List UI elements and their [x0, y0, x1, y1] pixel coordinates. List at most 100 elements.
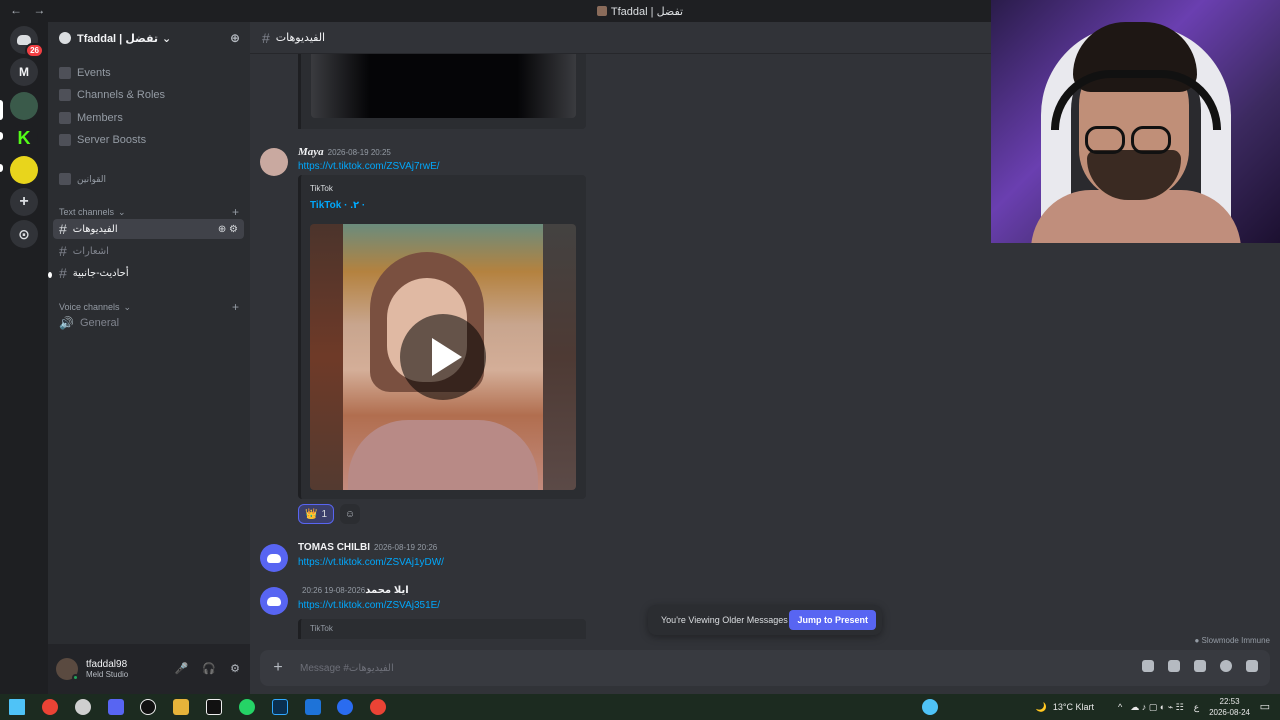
channel-title: الفيديوهات: [275, 32, 326, 44]
notification-icon[interactable]: ▭: [1260, 700, 1270, 713]
channel-videos[interactable]: # الفيديوهات ⊕ ⚙: [53, 219, 244, 239]
timestamp: 2026-08-19 20:25: [327, 148, 391, 157]
embed-video[interactable]: [310, 224, 576, 490]
server-header[interactable]: Tfaddal | تفضل ⌄ ⊕: [48, 22, 250, 54]
chevron-down-icon: ⌄: [118, 206, 126, 217]
microphone-icon[interactable]: 🎤: [175, 662, 189, 675]
headphones-icon[interactable]: 🎧: [202, 662, 216, 675]
channel-notifications[interactable]: # اشعارات: [53, 241, 244, 261]
menu-events[interactable]: Events: [59, 63, 111, 83]
chevron-down-icon: ⌄: [162, 32, 172, 45]
server-icon: [596, 6, 607, 16]
add-channel-icon[interactable]: +: [232, 205, 239, 219]
play-icon[interactable]: [400, 314, 486, 400]
menu-channels-roles[interactable]: Channels & Roles: [59, 85, 165, 105]
message-link[interactable]: https://vt.tiktok.com/ZSVAj351E/: [298, 600, 440, 611]
channel-side-talks[interactable]: # أحاديث-جانبية: [53, 263, 244, 283]
chrome-icon-2[interactable]: [370, 699, 386, 715]
older-messages-text: You're Viewing Older Messages: [661, 615, 788, 625]
menu-members[interactable]: Members: [59, 108, 123, 128]
message-link[interactable]: https://vt.tiktok.com/ZSVAj1yDW/: [298, 557, 444, 568]
add-server-icon[interactable]: +: [10, 188, 38, 216]
list-icon: [59, 89, 71, 101]
message-link[interactable]: https://vt.tiktok.com/ZSVAj7rwE/: [298, 161, 440, 172]
members-icon: [59, 112, 71, 124]
tiktok-embed: TikTok TikTok · .٢ ·: [298, 175, 586, 499]
server-k[interactable]: K: [10, 124, 38, 152]
language-indicator[interactable]: ع: [1194, 702, 1199, 713]
message-input[interactable]: Message #الفيديوهات: [300, 663, 394, 674]
photoshop-icon[interactable]: [272, 699, 288, 715]
category-text-channels[interactable]: Text channels ⌄ +: [59, 205, 239, 219]
server-yellow[interactable]: [10, 156, 38, 184]
capcut-icon[interactable]: [206, 699, 222, 715]
chevron-down-icon: ⌄: [123, 301, 132, 312]
channel-settings-icons[interactable]: ⊕ ⚙: [218, 224, 238, 235]
jump-to-present-button[interactable]: Jump to Present: [789, 610, 876, 630]
explore-icon[interactable]: ⊙: [10, 220, 38, 248]
hash-icon: #: [59, 221, 67, 237]
add-voice-channel-icon[interactable]: +: [232, 300, 239, 314]
author-name[interactable]: Maya: [298, 146, 324, 158]
composer-tools: [1142, 660, 1258, 672]
dm-badge: 26: [25, 43, 44, 58]
discord-logo-icon: [267, 553, 281, 563]
avatar[interactable]: [260, 587, 288, 615]
author-name[interactable]: TOMAS CHILBI: [298, 542, 370, 553]
system-tray: 🌙 13°C Klart ^ ☁ ♪ ▢ ◐ ⌁ ☷ ع 22:53 2026-…: [1036, 694, 1280, 720]
embed-title[interactable]: TikTok · .٢ ·: [310, 200, 365, 211]
user-panel: tfaddal98 Meld Studio 🎤 🎧 ⚙: [48, 644, 250, 694]
avatar[interactable]: [260, 148, 288, 176]
emoji-icon[interactable]: [1220, 660, 1232, 672]
weather[interactable]: 13°C Klart: [1053, 702, 1094, 712]
unread-pill-2: [0, 164, 3, 172]
chevron-up-icon[interactable]: ^: [1118, 702, 1122, 712]
gif-icon[interactable]: [1168, 660, 1180, 672]
speaker-icon: 🔊: [59, 316, 74, 330]
chrome-icon[interactable]: [42, 699, 58, 715]
attach-plus-icon[interactable]: +: [264, 659, 292, 677]
apps-icon[interactable]: [1246, 660, 1258, 672]
logitech-icon[interactable]: [140, 699, 156, 715]
previous-embed: [298, 54, 586, 129]
moon-icon: 🌙: [1035, 701, 1047, 712]
server-tfaddal[interactable]: [10, 92, 38, 120]
gift-icon[interactable]: [1142, 660, 1154, 672]
sticker-icon[interactable]: [1194, 660, 1206, 672]
clock[interactable]: 22:53 2026-08-24: [1209, 696, 1250, 718]
video-thumbnail[interactable]: [311, 54, 576, 118]
server-name: Tfaddal | تفضل: [77, 32, 159, 45]
windows-start-icon[interactable]: [9, 699, 25, 715]
folder-icon[interactable]: [173, 699, 189, 715]
avatar[interactable]: [260, 544, 288, 572]
obs-icon[interactable]: [75, 699, 91, 715]
older-messages-bar: You're Viewing Older Messages Jump to Pr…: [648, 605, 882, 635]
menu-rules[interactable]: القوانين: [59, 169, 106, 189]
reaction-crown[interactable]: 👑 1: [298, 504, 335, 524]
webcam-overlay: [991, 0, 1280, 243]
avatar[interactable]: [56, 658, 79, 681]
discord-taskbar-icon[interactable]: [108, 699, 124, 715]
crown-icon: 👑: [305, 508, 318, 520]
tray-icons[interactable]: ☁ ♪ ▢ ◐ ⌁ ☷: [1130, 702, 1183, 713]
message-composer[interactable]: + Message #الفيديوهات: [260, 650, 1270, 686]
username: tfaddal98: [86, 659, 128, 670]
reaction-count: 1: [321, 508, 328, 520]
direct-messages-icon[interactable]: 26: [10, 26, 44, 58]
whatsapp-icon[interactable]: [239, 699, 255, 715]
unread-dot: [48, 272, 52, 278]
add-reaction-icon[interactable]: ☺: [340, 504, 361, 524]
embed-provider: TikTok: [310, 184, 333, 193]
menu-server-boosts[interactable]: Server Boosts: [59, 130, 146, 150]
app-icon[interactable]: [305, 699, 321, 715]
invite-people-icon[interactable]: ⊕: [230, 31, 240, 45]
gear-icon[interactable]: ⚙: [230, 662, 240, 675]
server-m[interactable]: M: [10, 58, 38, 86]
voice-channel-general[interactable]: 🔊 General: [53, 313, 244, 333]
browser-icon[interactable]: [337, 699, 353, 715]
taskbar: 🌙 13°C Klart ^ ☁ ♪ ▢ ◐ ⌁ ☷ ع 22:53 2026-…: [0, 694, 1280, 720]
help-icon[interactable]: [922, 699, 938, 715]
category-voice-channels[interactable]: Voice channels ⌄ +: [59, 300, 239, 314]
channel-sidebar: Tfaddal | تفضل ⌄ ⊕ Events Channels & Rol…: [48, 22, 250, 694]
author-name[interactable]: ايلا محمد: [365, 585, 408, 596]
